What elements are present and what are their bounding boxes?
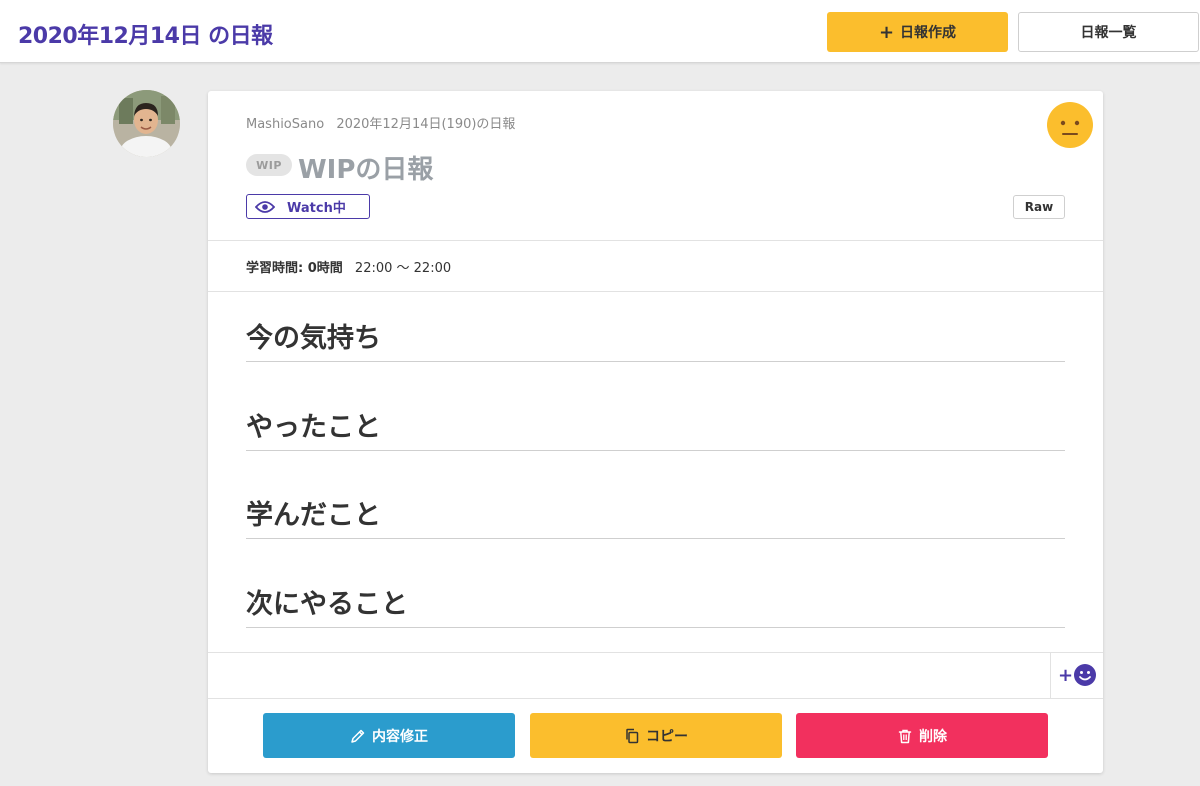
copy-button[interactable]: コピー xyxy=(530,713,782,758)
section-heading: 学んだこと xyxy=(246,493,1065,539)
delete-label: 削除 xyxy=(919,728,947,745)
study-time-range: 22:00 〜 22:00 xyxy=(354,261,452,276)
neutral-face-icon xyxy=(1047,102,1093,148)
user-avatar[interactable] xyxy=(113,90,180,157)
eye-icon xyxy=(255,200,275,213)
report-meta: MashioSano 2020年12月14日(190)の日報 xyxy=(246,113,515,132)
study-time-label: 学習時間: 0時間 xyxy=(246,261,343,276)
section-heading: やったこと xyxy=(246,405,1065,451)
report-card: MashioSano 2020年12月14日(190)の日報 WIP WIPの日… xyxy=(208,91,1103,773)
page-header: 2020年12月14日 の日報 + 日報作成 日報一覧 xyxy=(0,0,1200,63)
report-list-label: 日報一覧 xyxy=(1080,25,1137,41)
copy-icon xyxy=(626,728,639,743)
header-divider xyxy=(208,240,1103,241)
delete-button[interactable]: 削除 xyxy=(796,713,1048,758)
section-heading: 今の気持ち xyxy=(246,316,1065,362)
reaction-plus-icon: + xyxy=(1057,664,1074,686)
study-time-divider xyxy=(208,291,1103,292)
add-reaction-button[interactable]: + xyxy=(1050,652,1103,698)
trash-icon xyxy=(898,729,912,743)
create-report-button[interactable]: + 日報作成 xyxy=(827,12,1008,52)
report-title: WIPの日報 xyxy=(298,155,434,185)
avatar-photo xyxy=(113,90,180,157)
watch-button[interactable]: Watch中 xyxy=(246,194,370,219)
plus-icon: + xyxy=(878,21,895,43)
copy-label: コピー xyxy=(646,728,688,745)
study-time: 学習時間: 0時間 22:00 〜 22:00 xyxy=(246,257,451,276)
watch-label: Watch中 xyxy=(287,201,346,216)
reaction-divider xyxy=(208,652,1103,653)
actions-divider xyxy=(208,698,1103,699)
page-title: 2020年12月14日 の日報 xyxy=(18,24,273,49)
edit-button[interactable]: 内容修正 xyxy=(263,713,515,758)
section-heading: 次にやること xyxy=(246,582,1065,628)
create-report-label: 日報作成 xyxy=(900,25,957,41)
edit-label: 内容修正 xyxy=(372,728,428,745)
raw-button[interactable]: Raw xyxy=(1013,195,1065,219)
smiley-icon xyxy=(1074,664,1097,686)
report-list-button[interactable]: 日報一覧 xyxy=(1018,12,1199,52)
report-author[interactable]: MashioSano xyxy=(246,117,324,132)
report-date-info: 2020年12月14日(190)の日報 xyxy=(336,117,516,132)
wip-badge: WIP xyxy=(246,154,292,176)
pencil-icon xyxy=(351,729,365,743)
